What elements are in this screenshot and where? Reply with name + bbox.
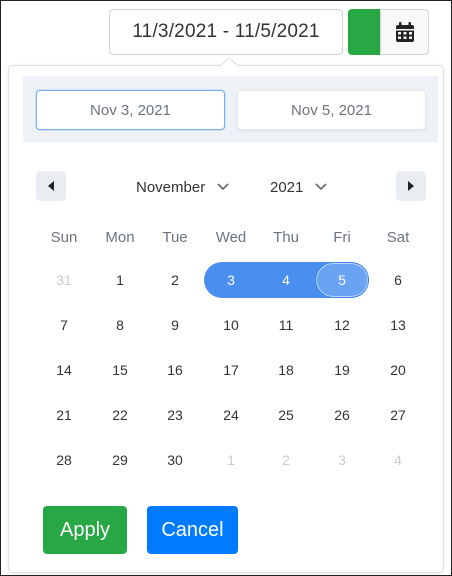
next-month-button[interactable] [396,171,426,201]
end-date-field[interactable]: Nov 5, 2021 [237,90,426,130]
day-cell[interactable]: 1 [92,262,148,298]
day-cell[interactable]: 18 [258,352,314,388]
cancel-button[interactable]: Cancel [147,506,238,554]
day-cell[interactable]: 17 [203,352,259,388]
month-select[interactable]: November [136,176,229,198]
weekday-label: Mon [105,229,135,246]
day-cell[interactable]: 30 [147,442,203,478]
day-cell[interactable]: 27 [370,397,426,433]
day-cell[interactable]: 10 [203,307,259,343]
year-select[interactable]: 2021 [270,176,327,198]
month-select-value: November [136,178,206,196]
day-cell[interactable]: 22 [92,397,148,433]
day-cell-outside[interactable]: 4 [370,442,426,478]
weekday-label: Fri [333,229,351,246]
day-cell[interactable]: 7 [36,307,92,343]
day-cell[interactable]: 20 [370,352,426,388]
year-select-value: 2021 [270,178,304,196]
date-range-input[interactable]: 11/3/2021 - 11/5/2021 [109,9,343,55]
day-cell[interactable]: 19 [314,352,370,388]
day-cell[interactable]: 23 [147,397,203,433]
prev-month-button[interactable] [36,171,66,201]
apply-button[interactable]: Apply [43,506,127,554]
calendar-icon [395,22,414,42]
day-cell[interactable]: 15 [92,352,148,388]
start-date-field[interactable]: Nov 3, 2021 [36,90,225,130]
day-cell-outside[interactable]: 3 [314,442,370,478]
day-cell[interactable]: 25 [258,397,314,433]
day-cell[interactable]: 2 [147,262,203,298]
caret-left-icon [48,181,54,191]
day-cell[interactable]: 8 [92,307,148,343]
day-cell[interactable]: 6 [370,262,426,298]
weekday-label: Thu [273,229,299,246]
day-cell[interactable]: 12 [314,307,370,343]
chevron-down-icon [315,183,327,191]
weekday-label: Wed [215,229,247,246]
day-cell[interactable]: 13 [370,307,426,343]
chevron-down-icon [217,183,229,191]
day-cell[interactable]: 29 [92,442,148,478]
weekday-label: Tue [162,229,188,246]
day-cell[interactable]: 16 [147,352,203,388]
weekday-label: Sun [50,229,78,246]
day-cell[interactable]: 11 [258,307,314,343]
day-cell-outside[interactable]: 31 [36,262,92,298]
green-addon-button[interactable] [348,9,380,55]
day-cell[interactable]: 14 [36,352,92,388]
day-cell[interactable]: 24 [203,397,259,433]
caret-right-icon [408,181,414,191]
day-cell[interactable]: 26 [314,397,370,433]
calendar-button[interactable] [380,9,429,55]
day-cell[interactable]: 21 [36,397,92,433]
day-cell-range-start[interactable]: 3 [203,262,259,298]
day-cell[interactable]: 28 [36,442,92,478]
day-cell-range-end[interactable]: 5 [314,262,370,298]
day-cell-in-range[interactable]: 4 [258,262,314,298]
day-cell[interactable]: 9 [147,307,203,343]
day-cell-outside[interactable]: 1 [203,442,259,478]
popover-arrow-fill [221,58,237,66]
day-cell-outside[interactable]: 2 [258,442,314,478]
weekday-label: Sat [386,229,410,246]
